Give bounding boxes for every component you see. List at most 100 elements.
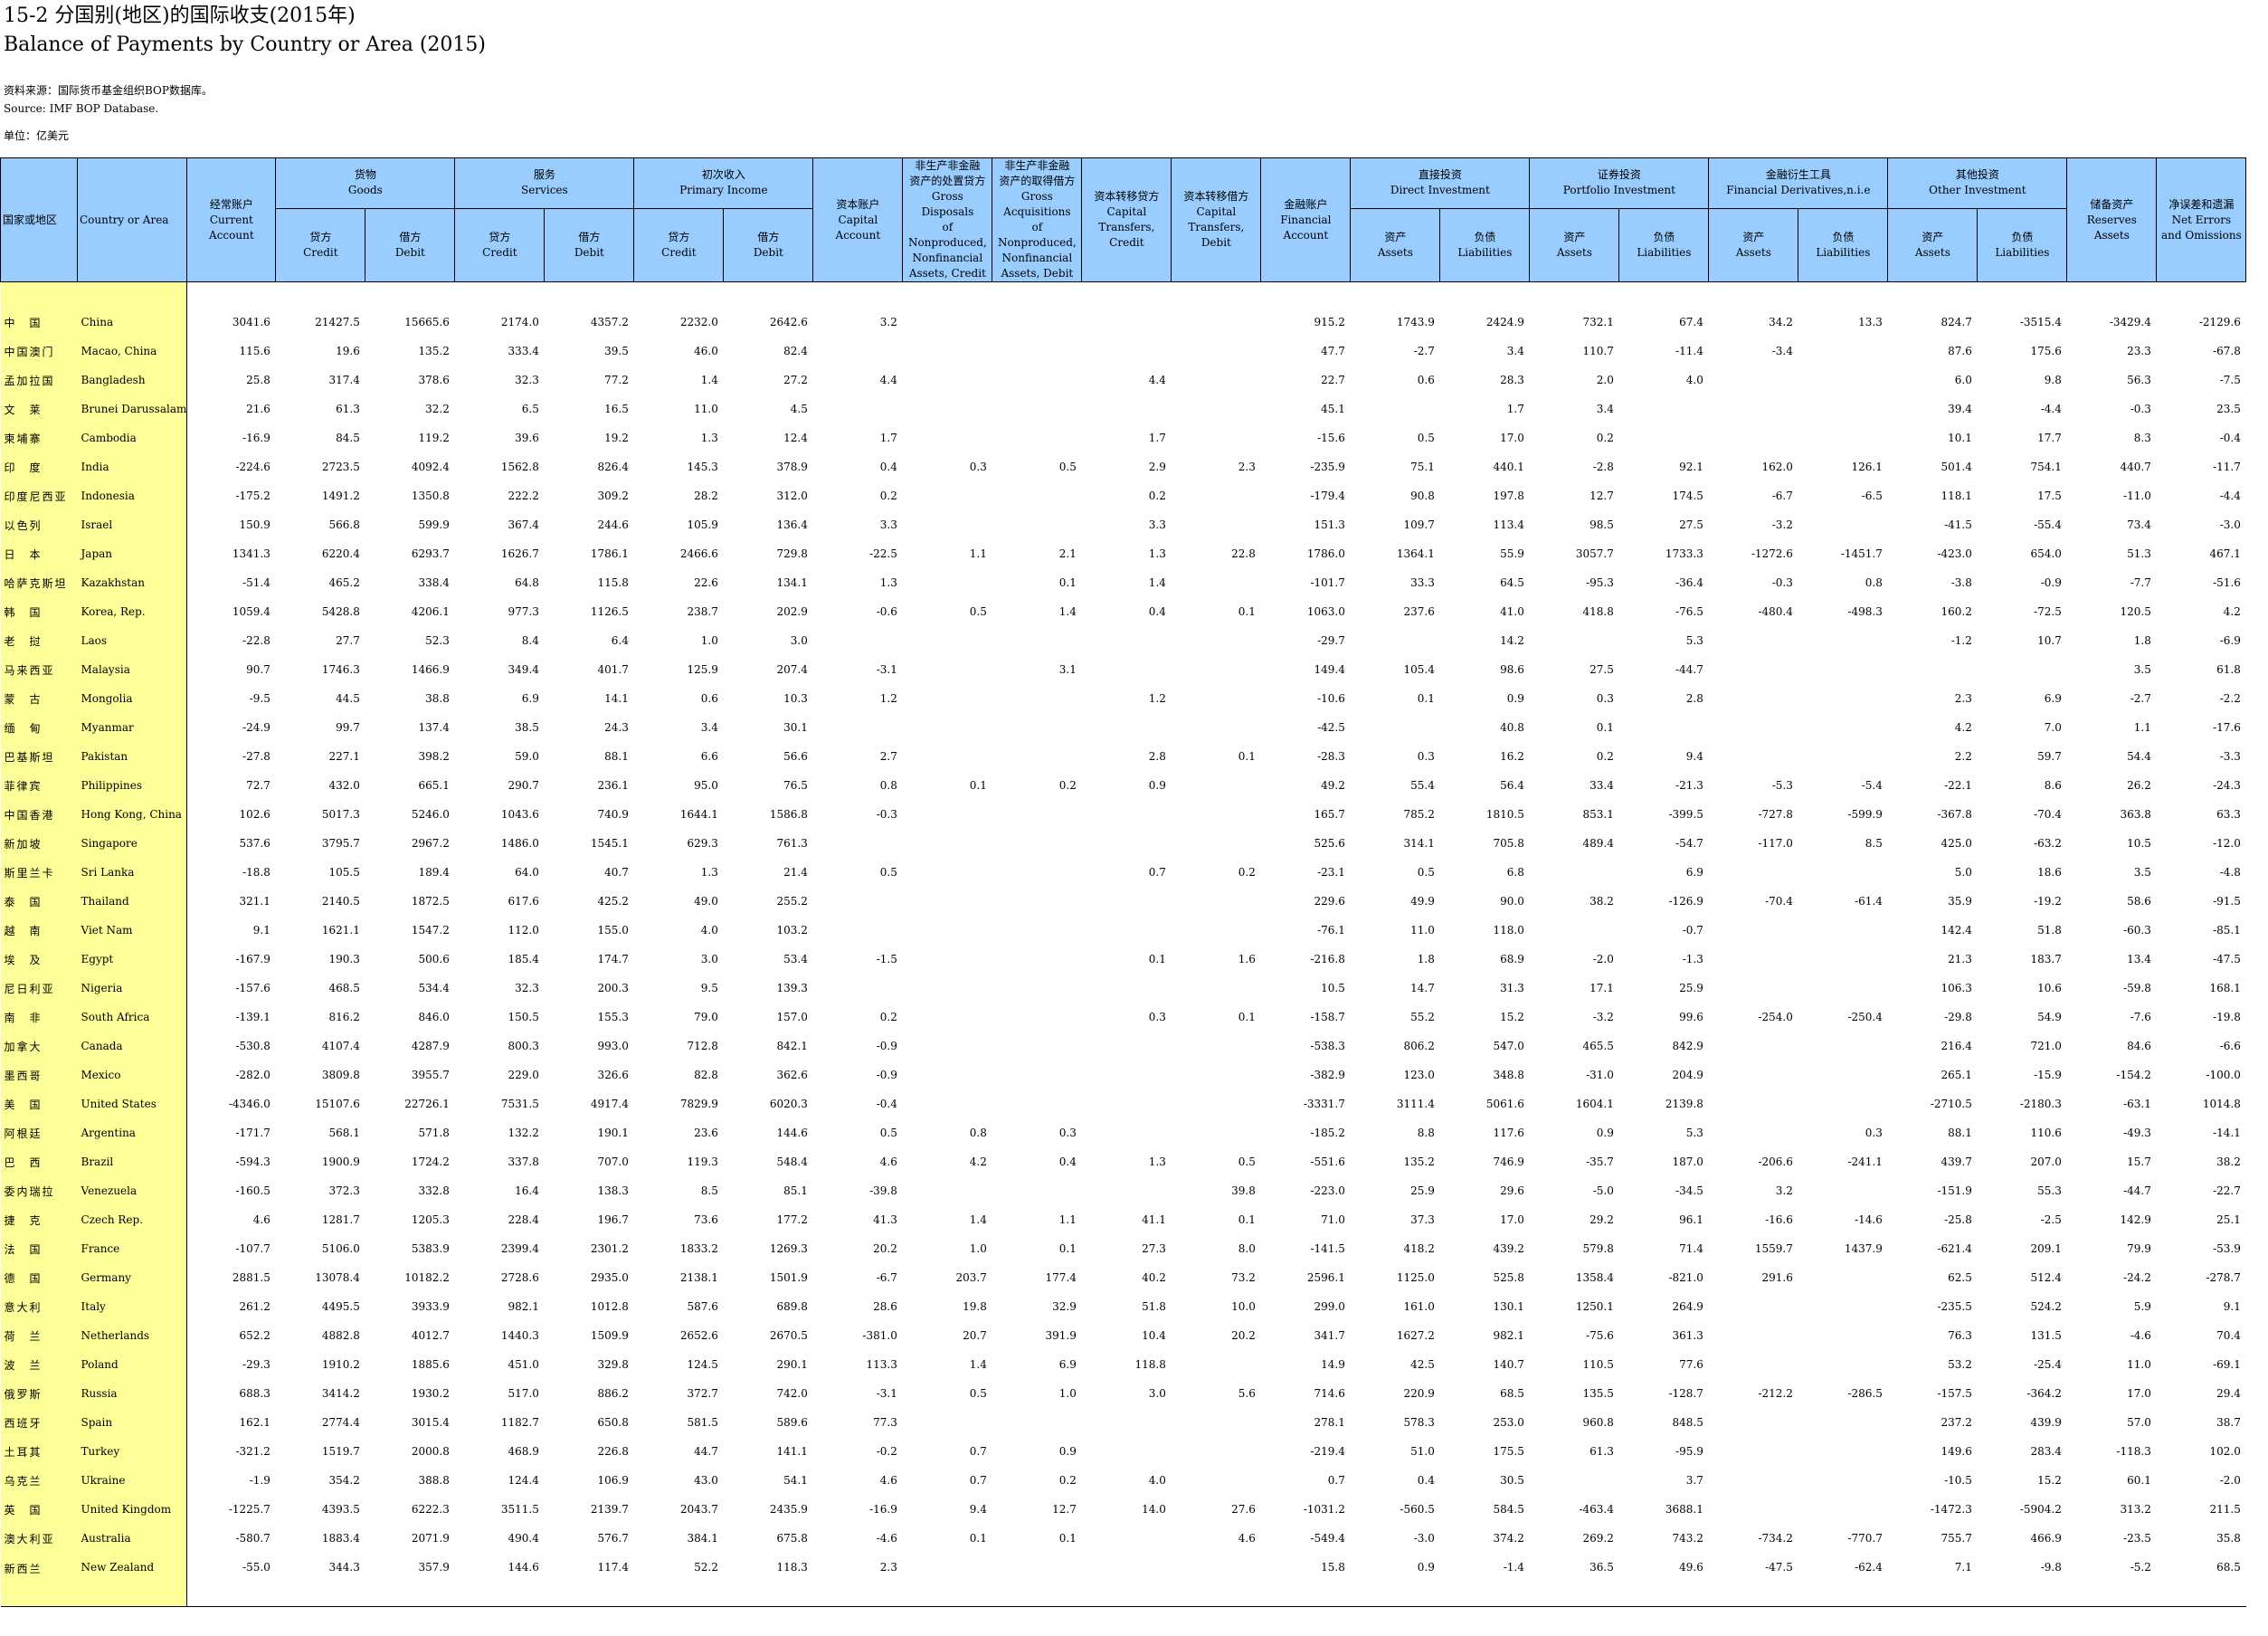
country-en: China — [77, 308, 188, 337]
table-row: 巴 西 Brazil -594.3 1900.9 1724.2 337.8 707.0 119… — [0, 1147, 2246, 1176]
table-cell — [1530, 1466, 1619, 1495]
table-cell: -3.1 — [876, 663, 897, 676]
table-cell: 4495.5 — [321, 1300, 360, 1313]
table-cell — [903, 858, 992, 887]
table-cell — [1172, 626, 1261, 655]
table-cell — [1709, 1495, 1798, 1524]
table-cell: 1250.1 — [1575, 1300, 1614, 1313]
table-cell: 1.4 — [700, 374, 718, 386]
table-cell — [992, 945, 1082, 974]
country-en: Thailand — [77, 887, 188, 916]
table-cell: 3414.2 — [321, 1387, 360, 1400]
table-cell: -139.1 — [235, 1011, 270, 1023]
table-cell: 785.2 — [1403, 808, 1435, 821]
table-cell: -19.8 — [2213, 1011, 2241, 1023]
table-cell — [992, 1176, 1082, 1205]
table-cell: 800.3 — [508, 1040, 539, 1052]
table-cell: 25.9 — [1679, 982, 1703, 994]
table-cell: 8.3 — [2133, 432, 2151, 444]
table-cell — [903, 655, 992, 684]
table-cell — [1709, 916, 1798, 945]
table-cell: -25.4 — [2034, 1358, 2062, 1371]
table-cell: 55.4 — [1410, 779, 1435, 792]
table-cell: 1341.3 — [232, 547, 270, 560]
country-en: Philippines — [77, 771, 188, 800]
country-cn: 韩 国 — [0, 597, 78, 626]
table-cell: 4012.7 — [411, 1329, 450, 1342]
table-cell: 55.9 — [1500, 547, 1524, 560]
table-cell: 384.1 — [687, 1532, 718, 1545]
table-cell: 1910.2 — [321, 1358, 360, 1371]
table-cell: 11.0 — [694, 403, 718, 415]
table-cell: 227.1 — [328, 750, 360, 763]
table-cell: -5.4 — [1861, 779, 1883, 792]
table-cell — [1530, 858, 1619, 887]
table-cell — [1172, 1466, 1261, 1495]
table-cell: 354.2 — [328, 1474, 360, 1487]
table-cell: 0.2 — [1238, 866, 1256, 879]
source-en: Source: IMF BOP Database. — [4, 102, 159, 115]
table-cell: -51.6 — [2213, 576, 2241, 589]
table-cell: 712.8 — [687, 1040, 718, 1052]
table-cell: 1627.2 — [1396, 1329, 1435, 1342]
table-cell: 25.9 — [1410, 1184, 1435, 1197]
table-cell — [1709, 1350, 1798, 1379]
table-cell: 54.4 — [2127, 750, 2151, 763]
table-cell: -29.7 — [1317, 634, 1345, 647]
table-cell: 576.7 — [597, 1532, 629, 1545]
table-cell — [1798, 655, 1888, 684]
table-cell: 332.8 — [418, 1184, 450, 1197]
table-cell: -49.3 — [2123, 1127, 2151, 1139]
table-cell: 2138.1 — [679, 1271, 718, 1284]
table-cell: 1545.1 — [590, 837, 629, 850]
table-cell: 75.1 — [1410, 461, 1435, 473]
table-cell: 115.6 — [239, 345, 270, 357]
table-cell: 49.0 — [694, 895, 718, 908]
table-cell: -463.4 — [1579, 1503, 1614, 1516]
table-row: 中国香港 Hong Kong, China 102.6 5017.3 5246.0 104… — [0, 800, 2246, 829]
table-cell: 196.7 — [597, 1213, 629, 1226]
table-cell: 168.1 — [2209, 982, 2241, 994]
table-cell: 566.8 — [328, 518, 360, 531]
table-cell: 70.4 — [2216, 1329, 2241, 1342]
table-cell: 110.5 — [1582, 1358, 1614, 1371]
table-cell: 189.4 — [418, 866, 450, 879]
table-cell: 113.3 — [866, 1358, 897, 1371]
table-cell: 348.8 — [1493, 1069, 1524, 1081]
table-cell: 2642.6 — [769, 316, 808, 328]
table-cell: 2652.6 — [679, 1329, 718, 1342]
country-en: Turkey — [77, 1437, 188, 1466]
table-cell: 162.0 — [1761, 461, 1793, 473]
table-cell: 9.5 — [700, 982, 718, 994]
table-cell: 1.1 — [969, 547, 987, 560]
table-cell: -2.0 — [2219, 1474, 2241, 1487]
table-cell: 846.0 — [418, 1011, 450, 1023]
country-en: South Africa — [77, 1003, 188, 1032]
table-cell — [903, 974, 992, 1003]
table-cell: 290.7 — [508, 779, 539, 792]
table-cell: 5017.3 — [321, 808, 360, 821]
table-cell: 3.3 — [1148, 518, 1166, 531]
table-cell: 90.7 — [246, 663, 270, 676]
table-cell — [813, 887, 903, 916]
table-cell: 537.6 — [239, 837, 270, 850]
table-row: 印度尼西亚 Indonesia -175.2 1491.2 1350.8 222.2 309… — [0, 481, 2246, 510]
table-cell: 425.0 — [1941, 837, 1972, 850]
table-cell: -7.5 — [2219, 374, 2241, 386]
table-cell: 0.7 — [1148, 866, 1166, 879]
table-cell: 993.0 — [597, 1040, 629, 1052]
table-cell: -538.3 — [1310, 1040, 1345, 1052]
table-cell: 587.6 — [687, 1300, 718, 1313]
table-cell: 650.8 — [597, 1416, 629, 1429]
table-cell: -1031.2 — [1303, 1503, 1345, 1516]
table-cell — [1082, 1524, 1172, 1553]
table-cell: 56.6 — [783, 750, 808, 763]
table-cell: 269.2 — [1582, 1532, 1614, 1545]
table-cell: 357.9 — [365, 1553, 455, 1607]
table-cell — [1798, 626, 1888, 655]
country-cn: 以色列 — [0, 510, 78, 539]
table-cell — [1171, 1553, 1261, 1607]
table-cell: 21.4 — [783, 866, 808, 879]
table-cell: 119.3 — [687, 1156, 718, 1168]
country-cn: 波 兰 — [0, 1350, 78, 1379]
